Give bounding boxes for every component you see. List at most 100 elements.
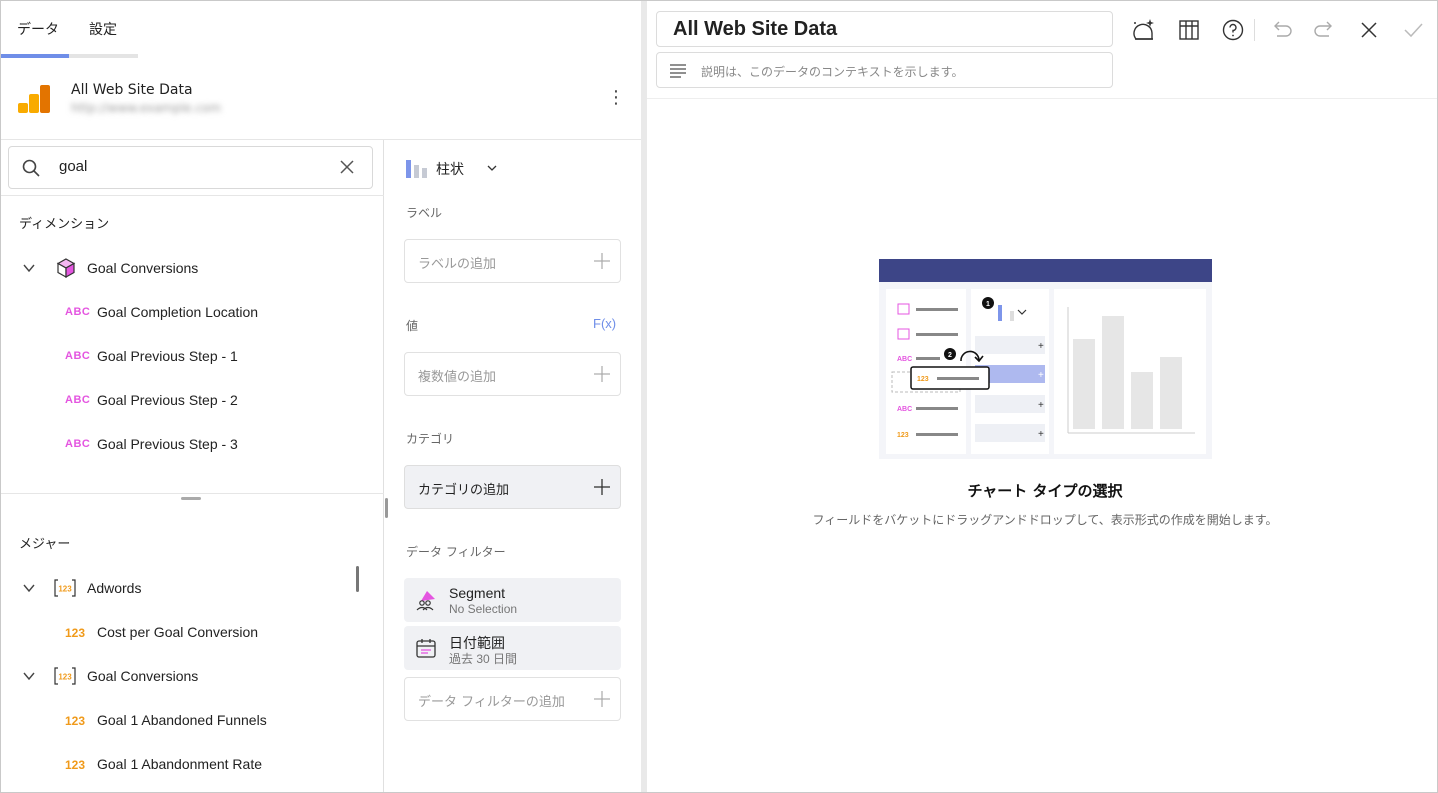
- values-placeholder: 複数値の追加: [418, 370, 497, 385]
- plus-icon[interactable]: [594, 253, 610, 269]
- google-analytics-icon: [18, 85, 50, 113]
- datasource-name: All Web Site Data: [71, 82, 193, 98]
- field-label: Goal Completion Location: [97, 304, 259, 320]
- field-label: Goal Previous Step - 3: [97, 436, 238, 452]
- measure-group-label: Goal Conversions: [87, 668, 199, 684]
- chevron-down-icon: [487, 165, 497, 171]
- separator: [1, 493, 384, 494]
- magic-chart-icon[interactable]: [1131, 17, 1157, 43]
- svg-text:ABC: ABC: [897, 406, 912, 413]
- plus-icon[interactable]: [594, 479, 610, 495]
- clear-search-icon[interactable]: [337, 157, 357, 177]
- measure-group-goal-conversions[interactable]: 123 Goal Conversions: [1, 654, 384, 698]
- pane-splitter-handle[interactable]: [181, 497, 201, 500]
- calendar-icon: [416, 639, 436, 658]
- chart-type-label: 柱状: [436, 162, 464, 178]
- measure-field[interactable]: 123 Goal 1 Abandonment Rate: [1, 742, 384, 786]
- number-type-icon: 123: [65, 626, 86, 640]
- fields-list: ディメンション Goal Conversions ABC Goal Comple…: [1, 140, 384, 792]
- visualization-config: 柱状 ラベル ラベルの追加 値 F(x) 複数値の追加 カテゴリ カテゴリの追加…: [385, 140, 641, 792]
- toolbar-divider: [647, 98, 1437, 99]
- dimension-field[interactable]: ABC Goal Completion Location: [1, 290, 384, 334]
- editor-panel: All Web Site Data 説明は、このデータのコンテキストを示します。: [647, 1, 1437, 792]
- search-icon: [22, 159, 40, 177]
- filter-drop-zone[interactable]: データ フィルターの追加: [404, 677, 621, 721]
- category-placeholder: カテゴリの追加: [418, 483, 510, 498]
- svg-text:1: 1: [986, 301, 990, 308]
- field-label: Goal 1 Abandonment Rate: [97, 756, 263, 772]
- label-placeholder: ラベルの追加: [418, 257, 497, 272]
- dimension-group-label: Goal Conversions: [87, 260, 199, 276]
- number-group-icon: 123: [54, 579, 76, 597]
- filter-date-range[interactable]: 日付範囲 過去 30 日間: [404, 626, 621, 670]
- number-type-icon: 123: [65, 758, 86, 772]
- text-type-icon: ABC: [65, 394, 91, 406]
- number-group-icon: 123: [54, 667, 76, 685]
- undo-icon[interactable]: [1268, 17, 1294, 43]
- number-type-icon: 123: [65, 714, 86, 728]
- formula-button[interactable]: F(x): [593, 316, 616, 331]
- segment-icon: [416, 591, 435, 611]
- field-label: Goal Previous Step - 2: [97, 392, 238, 408]
- datasource-header: All Web Site Data http://www.example.com…: [1, 58, 641, 140]
- measure-field[interactable]: 123 Cost per Goal Conversion: [1, 610, 384, 654]
- cube-icon: [56, 258, 76, 279]
- help-icon[interactable]: [1220, 17, 1246, 43]
- filter-segment[interactable]: Segment No Selection: [404, 578, 621, 622]
- description-field[interactable]: 説明は、このデータのコンテキストを示します。: [656, 52, 1113, 88]
- label-section-title: ラベル: [406, 206, 443, 220]
- plus-icon[interactable]: [594, 366, 610, 382]
- grid-view-icon[interactable]: [1176, 17, 1202, 43]
- tab-data[interactable]: データ: [17, 19, 59, 39]
- category-section-title: カテゴリ: [406, 432, 455, 446]
- chart-type-selector[interactable]: 柱状: [405, 156, 525, 180]
- title-field[interactable]: All Web Site Data: [656, 11, 1113, 47]
- svg-text:+: +: [1038, 429, 1044, 440]
- dimension-group-goal-conversions[interactable]: Goal Conversions: [1, 246, 384, 290]
- tab-settings[interactable]: 設定: [89, 19, 117, 39]
- description-placeholder: 説明は、このデータのコンテキストを示します。: [701, 65, 964, 79]
- toolbar-separator: [1254, 19, 1255, 41]
- filter-placeholder: データ フィルターの追加: [418, 695, 565, 710]
- field-search: [8, 146, 373, 189]
- measure-group-label: Adwords: [87, 580, 142, 596]
- measure-group-adwords[interactable]: 123 Adwords: [1, 566, 384, 610]
- visualization-title: All Web Site Data: [673, 18, 838, 40]
- chart-placeholder-illustration: ABC 123 ABC 1 + + + + 123 2: [879, 259, 1212, 459]
- dimension-field[interactable]: ABC Goal Previous Step - 3: [1, 422, 384, 466]
- svg-text:2: 2: [948, 352, 952, 359]
- search-input[interactable]: [59, 158, 329, 175]
- filter-title: Segment: [449, 585, 506, 601]
- empty-state-subtitle: フィールドをバケットにドラッグアンドドロップして、表示形式の作成を開始します。: [812, 513, 1278, 527]
- svg-text:123: 123: [58, 673, 72, 682]
- close-icon[interactable]: [1356, 17, 1382, 43]
- category-drop-zone[interactable]: カテゴリの追加: [404, 465, 621, 509]
- data-panel: データ 設定 All Web Site Data http://www.exam…: [1, 1, 641, 792]
- description-icon: [670, 64, 686, 78]
- text-type-icon: ABC: [65, 438, 91, 450]
- redo-icon[interactable]: [1312, 17, 1338, 43]
- values-drop-zone[interactable]: 複数値の追加: [404, 352, 621, 396]
- text-type-icon: ABC: [65, 306, 91, 318]
- svg-text:ABC: ABC: [897, 356, 912, 363]
- plus-icon[interactable]: [594, 691, 610, 707]
- svg-text:+: +: [1038, 370, 1044, 381]
- svg-text:+: +: [1038, 400, 1044, 411]
- datasource-subtitle: http://www.example.com: [71, 101, 222, 115]
- label-drop-zone[interactable]: ラベルの追加: [404, 239, 621, 283]
- more-options-icon[interactable]: ⋮: [607, 88, 625, 108]
- separator: [1, 195, 384, 196]
- chevron-down-icon[interactable]: [21, 668, 37, 684]
- dimensions-title: ディメンション: [19, 217, 110, 232]
- dimension-field[interactable]: ABC Goal Previous Step - 2: [1, 378, 384, 422]
- field-label: Goal 1 Abandoned Funnels: [97, 712, 267, 728]
- svg-text:+: +: [1038, 341, 1044, 352]
- field-label: Cost per Goal Conversion: [97, 624, 259, 640]
- measures-title: メジャー: [19, 537, 71, 552]
- dimension-field[interactable]: ABC Goal Previous Step - 1: [1, 334, 384, 378]
- chevron-down-icon[interactable]: [21, 260, 37, 276]
- chevron-down-icon[interactable]: [21, 580, 37, 596]
- check-icon[interactable]: [1400, 17, 1426, 43]
- measure-field[interactable]: 123 Goal 1 Abandoned Funnels: [1, 698, 384, 742]
- panel-tabs: データ 設定: [1, 1, 641, 58]
